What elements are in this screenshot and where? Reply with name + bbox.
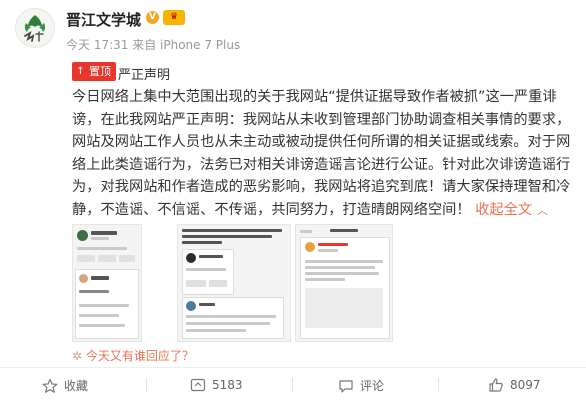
- like-button[interactable]: 8097: [488, 377, 541, 393]
- vip-badge-icon[interactable]: ♛: [163, 10, 185, 25]
- post-body: 今日网络上集中大范围出现的关于我网站“提供证据导致作者被抓”这一严重诽谤，在此我…: [72, 86, 582, 222]
- repost-icon: [190, 378, 206, 392]
- thumbs-up-icon: [489, 378, 503, 392]
- star-icon: [42, 378, 58, 393]
- verified-badge-icon: V: [146, 11, 159, 24]
- pin-icon: ↑: [73, 63, 88, 80]
- pinned-label: 置顶: [88, 63, 115, 80]
- like-count: 8097: [510, 378, 541, 392]
- post-body-text: 今日网络上集中大范围出现的关于我网站“提供证据导致作者被抓”这一严重诽谤，在此我…: [72, 89, 571, 218]
- comment-button[interactable]: 评论: [338, 377, 384, 394]
- favorite-button[interactable]: 收藏: [42, 377, 88, 394]
- avatar[interactable]: [15, 8, 55, 48]
- action-divider: [292, 378, 293, 392]
- favorite-label: 收藏: [64, 379, 89, 393]
- comment-label: 评论: [360, 379, 385, 393]
- collapse-link[interactable]: 收起全文: [475, 202, 532, 218]
- post-meta: 今天 17:31 来自 iPhone 7 Plus: [66, 38, 241, 52]
- pinned-badge: ↑ 置顶: [72, 62, 116, 81]
- topic-icon: ✲: [72, 349, 83, 363]
- post-image-3[interactable]: [295, 224, 393, 342]
- chevron-up-icon[interactable]: ︿: [537, 204, 548, 217]
- jinjiang-logo-icon: [24, 15, 46, 42]
- repost-button[interactable]: 5183: [190, 377, 243, 393]
- post-image-2[interactable]: [177, 224, 291, 342]
- comment-icon: [339, 379, 353, 393]
- repost-count: 5183: [212, 378, 243, 392]
- account-name[interactable]: 晋江文学城: [66, 9, 141, 30]
- action-divider: [438, 378, 439, 392]
- topic-link[interactable]: ✲ 今天又有谁回应了？: [72, 347, 194, 364]
- topic-text: 今天又有谁回应了？: [85, 349, 194, 363]
- action-divider: [146, 378, 147, 392]
- post-title: 严正声明: [118, 68, 171, 83]
- post-image-1[interactable]: [72, 224, 142, 342]
